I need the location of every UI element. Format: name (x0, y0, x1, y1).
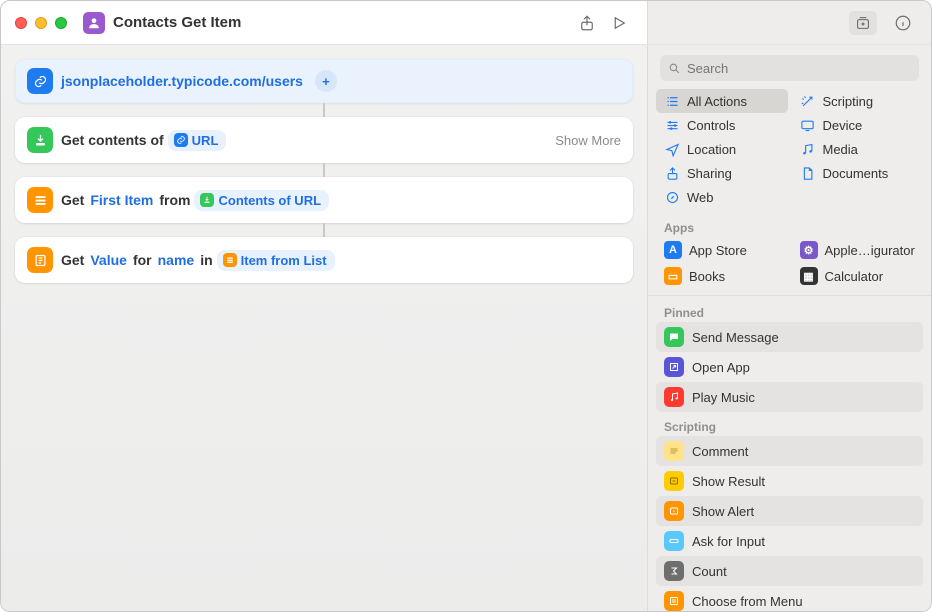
app-books[interactable]: ▭ Books (656, 263, 788, 289)
zoom-window-button[interactable] (55, 17, 67, 29)
sigma-icon (664, 561, 684, 581)
url-variable-pill[interactable]: URL (168, 130, 227, 151)
library-toggle-button[interactable] (849, 11, 877, 35)
divider (648, 295, 931, 296)
document-icon (800, 165, 816, 181)
scripting-comment[interactable]: Comment (656, 436, 923, 466)
window-controls (15, 17, 67, 29)
list-icon (27, 187, 53, 213)
connector (323, 103, 325, 117)
action-word-in: in (200, 252, 212, 268)
navigate-icon (664, 141, 680, 157)
category-sharing[interactable]: Sharing (656, 161, 788, 185)
music-icon (664, 387, 684, 407)
url-value[interactable]: jsonplaceholder.typicode.com/users (61, 73, 303, 89)
scripting-section-header: Scripting (648, 412, 931, 436)
scripting-show-alert[interactable]: Show Alert (656, 496, 923, 526)
show-more-button[interactable]: Show More (555, 133, 621, 148)
category-documents[interactable]: Documents (792, 161, 924, 185)
workflow-canvas[interactable]: jsonplaceholder.typicode.com/users + Get… (1, 45, 647, 611)
get-dictionary-value-card[interactable]: Get Value for name in Item from List (15, 237, 633, 283)
apps-section-header: Apps (648, 213, 931, 237)
action-label: Get contents of (61, 132, 164, 148)
scripting-show-result[interactable]: Show Result (656, 466, 923, 496)
open-app-icon (664, 357, 684, 377)
app-calculator[interactable]: ▦ Calculator (792, 263, 924, 289)
category-grid: All Actions Scripting Controls Device Lo… (648, 87, 931, 213)
connector (323, 223, 325, 237)
list-icon (664, 93, 680, 109)
share-button[interactable] (573, 11, 601, 35)
dictionary-icon (27, 247, 53, 273)
scripting-count[interactable]: Count (656, 556, 923, 586)
search-icon (668, 62, 681, 75)
contents-variable-pill[interactable]: Contents of URL (194, 190, 329, 211)
add-url-button[interactable]: + (315, 70, 337, 92)
books-icon: ▭ (664, 267, 682, 285)
minimize-window-button[interactable] (35, 17, 47, 29)
first-item-param[interactable]: First Item (88, 190, 155, 210)
sidebar-toolbar (647, 1, 931, 45)
get-contents-action-card[interactable]: Get contents of URL Show More (15, 117, 633, 163)
pinned-section-header: Pinned (648, 298, 931, 322)
action-word-for: for (133, 252, 152, 268)
category-scripting[interactable]: Scripting (792, 89, 924, 113)
window-title: Contacts Get Item (113, 14, 241, 31)
message-icon (664, 327, 684, 347)
app-store-icon: A (664, 241, 682, 259)
calculator-icon: ▦ (800, 267, 818, 285)
sliders-icon (664, 117, 680, 133)
action-word-get: Get (61, 192, 84, 208)
shortcut-icon (83, 12, 105, 34)
category-media[interactable]: Media (792, 137, 924, 161)
close-window-button[interactable] (15, 17, 27, 29)
link-icon (27, 68, 53, 94)
run-button[interactable] (605, 11, 633, 35)
category-controls[interactable]: Controls (656, 113, 788, 137)
pinned-play-music[interactable]: Play Music (656, 382, 923, 412)
pinned-list: Send Message Open App Play Music (648, 322, 931, 412)
configurator-icon: ⚙ (800, 241, 818, 259)
music-note-icon (800, 141, 816, 157)
pinned-send-message[interactable]: Send Message (656, 322, 923, 352)
key-param[interactable]: name (156, 250, 197, 270)
result-icon (664, 471, 684, 491)
category-all-actions[interactable]: All Actions (656, 89, 788, 113)
action-word-get: Get (61, 252, 84, 268)
search-input[interactable] (687, 61, 911, 76)
share-icon (664, 165, 680, 181)
link-icon (174, 133, 188, 147)
search-field[interactable] (660, 55, 919, 81)
item-variable-pill[interactable]: Item from List (217, 250, 335, 271)
get-item-action-card[interactable]: Get First Item from Contents of URL (15, 177, 633, 223)
app-configurator[interactable]: ⚙ Apple…igurator (792, 237, 924, 263)
value-param[interactable]: Value (88, 250, 129, 270)
display-icon (800, 117, 816, 133)
comment-icon (664, 441, 684, 461)
shortcuts-window: Contacts Get Item (0, 0, 932, 612)
scripting-choose-menu[interactable]: Choose from Menu (656, 586, 923, 611)
input-icon (664, 531, 684, 551)
menu-icon (664, 591, 684, 611)
apps-grid: A App Store ⚙ Apple…igurator ▭ Books ▦ C… (648, 237, 931, 289)
safari-icon (664, 189, 680, 205)
titlebar: Contacts Get Item (1, 1, 647, 45)
scripting-list: Comment Show Result Show Alert Ask for I… (648, 436, 931, 611)
url-action-card[interactable]: jsonplaceholder.typicode.com/users + (15, 59, 633, 103)
download-icon (200, 193, 214, 207)
pinned-open-app[interactable]: Open App (656, 352, 923, 382)
info-button[interactable] (889, 11, 917, 35)
app-app-store[interactable]: A App Store (656, 237, 788, 263)
wand-icon (800, 93, 816, 109)
action-word-from: from (159, 192, 190, 208)
category-location[interactable]: Location (656, 137, 788, 161)
connector (323, 163, 325, 177)
library-sidebar: All Actions Scripting Controls Device Lo… (647, 45, 931, 611)
scripting-ask-input[interactable]: Ask for Input (656, 526, 923, 556)
category-web[interactable]: Web (656, 185, 788, 209)
alert-icon (664, 501, 684, 521)
category-device[interactable]: Device (792, 113, 924, 137)
download-icon (27, 127, 53, 153)
list-icon (223, 253, 237, 267)
